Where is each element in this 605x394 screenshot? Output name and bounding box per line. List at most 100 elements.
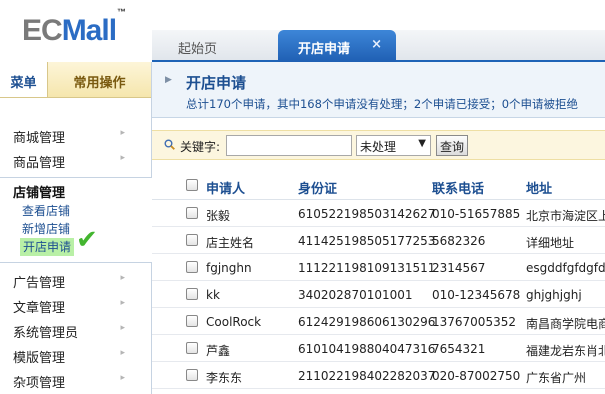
sidebar-item-label: 文章管理 <box>13 301 66 316</box>
table-row: fgjnghn 111221198109131511 2314567 esgdd… <box>152 254 605 281</box>
header-address[interactable]: 地址 <box>526 178 552 197</box>
arrow-right-icon: ▸ <box>120 128 125 138</box>
row-checkbox[interactable] <box>186 288 198 300</box>
cell-address: 详细地址 <box>526 236 575 250</box>
cell-id-card: 411425198505177253 <box>298 234 436 248</box>
row-checkbox[interactable] <box>186 342 198 354</box>
status-select[interactable]: 未处理 ▼ <box>356 135 431 156</box>
cell-phone: 7654321 <box>432 342 486 356</box>
header: ECMall™ 起始页 开店申请 × <box>0 0 605 62</box>
table-row: 店主姓名 411425198505177253 5682326 详细地址 <box>152 227 605 254</box>
row-checkbox[interactable] <box>186 234 198 246</box>
sidebar-item-label: 模版管理 <box>13 351 66 366</box>
dropdown-arrow-icon: ▼ <box>418 138 426 149</box>
cell-address: ghjghjghj <box>526 288 582 302</box>
arrow-right-icon: ▸ <box>120 323 125 333</box>
arrow-right-icon: ▸ <box>120 348 125 358</box>
ecmall-logo: ECMall™ <box>22 7 126 47</box>
checkmark-icon: ✔ <box>76 225 98 255</box>
cell-address: 广东省广州 <box>526 371 587 385</box>
app-root: ECMall™ 起始页 开店申请 × 菜单 常用操作 商城管理 ▸ 商品管理 ▸… <box>0 0 605 394</box>
row-checkbox[interactable] <box>186 261 198 273</box>
cell-phone: 010-12345678 <box>432 288 521 302</box>
query-button[interactable]: 查询 <box>436 135 468 156</box>
table-row: 芦鑫 610104198804047316 7654321 福建龙岩东肖北 <box>152 335 605 362</box>
sidebar-item-label: 杂项管理 <box>13 376 66 391</box>
table-row: CoolRock 612429198606130296 13767005352 … <box>152 308 605 335</box>
cell-id-card: 340202870101001 <box>298 288 413 302</box>
sidebar-subitem-view-stores[interactable]: 查看店铺 <box>0 202 152 220</box>
sidebar-item-ads[interactable]: 广告管理 ▸ <box>0 267 151 292</box>
cell-applicant: kk <box>206 288 220 302</box>
triangle-right-icon: ▶ <box>165 75 172 85</box>
sidebar-tab-common-actions[interactable]: 常用操作 <box>48 62 151 97</box>
cell-applicant: 芦鑫 <box>206 344 231 358</box>
sidebar-item-label: 商城管理 <box>13 131 66 146</box>
main-content: ▶ 开店申请 总计170个申请，其中168个申请没有处理；2个申请已接受；0个申… <box>152 62 605 394</box>
cell-phone: 13767005352 <box>432 315 516 329</box>
header-id-card[interactable]: 身份证 <box>298 178 337 197</box>
sidebar-item-mall[interactable]: 商城管理 ▸ <box>0 122 151 147</box>
search-bar: 关键字: 未处理 ▼ 查询 <box>152 130 605 160</box>
cell-address: 南昌商学院电商 <box>526 317 605 331</box>
close-icon[interactable]: × <box>371 37 382 52</box>
sidebar-item-label: 商品管理 <box>13 156 66 171</box>
select-all-checkbox[interactable] <box>186 179 198 191</box>
sidebar-item-label: 系统管理员 <box>13 326 79 341</box>
tab-open-store-application[interactable]: 开店申请 × <box>278 30 396 62</box>
cell-address: 北京市海淀区上 <box>526 209 605 223</box>
keyword-input[interactable] <box>226 135 352 156</box>
tab-label: 开店申请 <box>298 42 351 57</box>
arrow-right-icon: ▸ <box>120 298 125 308</box>
arrow-right-icon: ▸ <box>120 153 125 163</box>
arrow-right-icon: ▸ <box>120 273 125 283</box>
cell-id-card: 610104198804047316 <box>298 342 436 356</box>
cell-id-card: 610522198503142627 <box>298 207 436 221</box>
search-icon <box>164 139 175 150</box>
sidebar-group-title[interactable]: 店铺管理 <box>0 182 152 202</box>
table-row: kk 340202870101001 010-12345678 ghjghjgh… <box>152 281 605 308</box>
row-checkbox[interactable] <box>186 369 198 381</box>
cell-applicant: fgjnghn <box>206 261 252 275</box>
status-select-value: 未处理 <box>360 140 397 154</box>
page-title: 开店申请 <box>186 74 247 92</box>
row-checkbox[interactable] <box>186 315 198 327</box>
sidebar-tab-menu[interactable]: 菜单 <box>0 62 48 97</box>
cell-id-card: 612429198606130296 <box>298 315 436 329</box>
table-header: 申请人 身份证 联系电话 地址 <box>152 172 605 200</box>
tab-bar: 起始页 开店申请 × <box>152 30 605 62</box>
sidebar-item-admins[interactable]: 系统管理员 ▸ <box>0 317 151 342</box>
sidebar-menu: 商城管理 ▸ 商品管理 ▸ 店铺管理 查看店铺 新增店铺 开店申请 ✔ 广告管理… <box>0 122 152 392</box>
sidebar: 菜单 常用操作 商城管理 ▸ 商品管理 ▸ 店铺管理 查看店铺 新增店铺 开店申… <box>0 62 152 394</box>
cell-phone: 5682326 <box>432 234 486 248</box>
cell-id-card: 211022198402282037 <box>298 369 436 383</box>
applications-table: 申请人 身份证 联系电话 地址 张毅 610522198503142627 01… <box>152 172 605 389</box>
table-row: 张毅 610522198503142627 010-51657885 北京市海淀… <box>152 200 605 227</box>
application-summary: 总计170个申请，其中168个申请没有处理；2个申请已接受；0个申请被拒绝 <box>186 97 579 111</box>
sidebar-item-misc[interactable]: 杂项管理 ▸ <box>0 367 151 392</box>
cell-phone: 010-51657885 <box>432 207 521 221</box>
sidebar-item-templates[interactable]: 模版管理 ▸ <box>0 342 151 367</box>
cell-address: esgddfgfdgfd <box>526 261 605 275</box>
cell-applicant: 李东东 <box>206 371 243 385</box>
header-applicant[interactable]: 申请人 <box>206 178 245 197</box>
page-header: ▶ 开店申请 总计170个申请，其中168个申请没有处理；2个申请已接受；0个申… <box>152 62 605 118</box>
keyword-label: 关键字: <box>180 140 221 154</box>
cell-phone: 020-87002750 <box>432 369 521 383</box>
header-phone[interactable]: 联系电话 <box>432 178 484 197</box>
cell-applicant: 店主姓名 <box>206 236 255 250</box>
arrow-right-icon: ▸ <box>120 373 125 383</box>
sidebar-item-articles[interactable]: 文章管理 ▸ <box>0 292 151 317</box>
cell-applicant: 张毅 <box>206 209 231 223</box>
cell-applicant: CoolRock <box>206 315 262 329</box>
cell-phone: 2314567 <box>432 261 486 275</box>
sidebar-group-store: 店铺管理 查看店铺 新增店铺 开店申请 ✔ <box>0 177 152 263</box>
cell-address: 福建龙岩东肖北 <box>526 344 605 358</box>
sidebar-item-goods[interactable]: 商品管理 ▸ <box>0 147 151 172</box>
table-row: 李东东 211022198402282037 020-87002750 广东省广… <box>152 362 605 389</box>
sidebar-subitem-store-application[interactable]: 开店申请 <box>20 238 75 256</box>
cell-id-card: 111221198109131511 <box>298 261 436 275</box>
row-checkbox[interactable] <box>186 207 198 219</box>
sidebar-tabs: 菜单 常用操作 <box>0 62 151 98</box>
tab-home[interactable]: 起始页 <box>178 38 217 57</box>
